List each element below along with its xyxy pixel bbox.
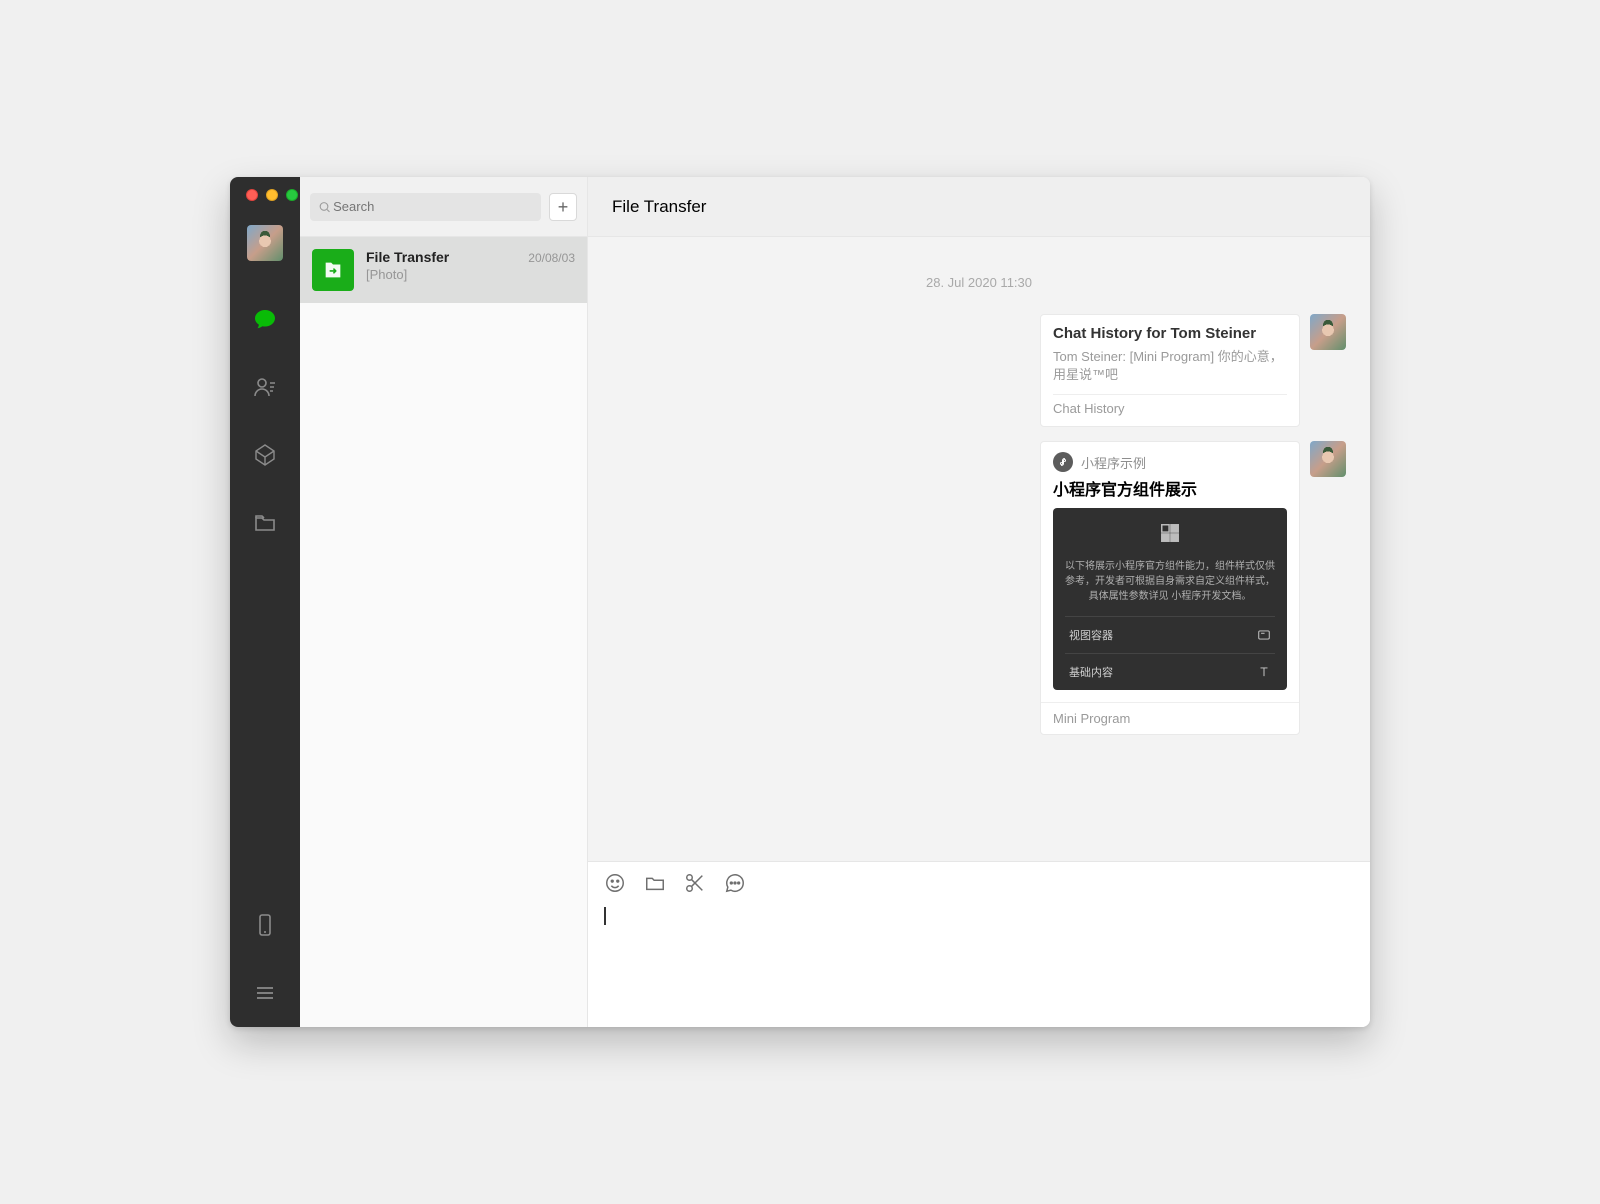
folder-icon[interactable] [644, 872, 666, 899]
mp-row-label: 基础内容 [1069, 664, 1113, 680]
conversation-time: 20/08/03 [528, 251, 575, 265]
input-toolbar [604, 872, 1354, 899]
chats-tab-icon[interactable] [249, 303, 281, 335]
conversation-title: File Transfer [366, 249, 449, 265]
card-footer: Chat History [1053, 394, 1287, 416]
conversation-item[interactable]: File Transfer 20/08/03 [Photo] [300, 237, 587, 303]
message-row: Chat History for Tom Steiner Tom Steiner… [612, 314, 1346, 427]
text-caret [604, 907, 606, 925]
favorites-tab-icon[interactable] [249, 439, 281, 471]
maximize-icon[interactable] [286, 189, 298, 201]
conversation-list-panel: + File Transfer 20/08/03 [Photo] [300, 177, 588, 1027]
menu-icon[interactable] [249, 977, 281, 1009]
message-input[interactable] [604, 907, 1354, 987]
chat-header: File Transfer [588, 177, 1370, 237]
sender-avatar[interactable] [1310, 441, 1346, 477]
new-chat-button[interactable]: + [549, 193, 577, 221]
list-toolbar: + [300, 177, 587, 237]
search-icon [318, 200, 331, 214]
card-icon [1257, 628, 1271, 642]
chat-panel: File Transfer 28. Jul 2020 11:30 Chat Hi… [588, 177, 1370, 1027]
mp-row-view-container: 视图容器 [1065, 616, 1275, 653]
plus-icon: + [558, 198, 569, 216]
sidebar [230, 177, 300, 1027]
contacts-tab-icon[interactable] [249, 371, 281, 403]
chat-input-area [588, 861, 1370, 1027]
conversation-body: File Transfer 20/08/03 [Photo] [366, 249, 575, 282]
mp-card-title: 小程序官方组件展示 [1041, 476, 1299, 508]
emoji-icon[interactable] [604, 872, 626, 899]
files-tab-icon[interactable] [249, 507, 281, 539]
search-input[interactable] [310, 193, 541, 221]
components-icon [1159, 531, 1181, 548]
text-icon [1257, 665, 1271, 679]
file-transfer-icon [312, 249, 354, 291]
app-window: + File Transfer 20/08/03 [Photo] File Tr… [230, 177, 1370, 1027]
close-icon[interactable] [246, 189, 258, 201]
card-title: Chat History for Tom Steiner [1053, 325, 1287, 342]
sender-avatar[interactable] [1310, 314, 1346, 350]
message-row: 小程序示例 小程序官方组件展示 以下将展示小程序官方组件能力，组件样式仅供参考，… [612, 441, 1346, 735]
search-field[interactable] [331, 198, 533, 215]
mp-footer: Mini Program [1041, 702, 1299, 734]
card-line: Tom Steiner: [Mini Program] 你的心意，用星说™吧 [1053, 348, 1287, 384]
chat-title: File Transfer [612, 197, 706, 217]
chat-history-card[interactable]: Chat History for Tom Steiner Tom Steiner… [1040, 314, 1300, 427]
chat-body[interactable]: 28. Jul 2020 11:30 Chat History for Tom … [588, 237, 1370, 861]
mp-app-name: 小程序示例 [1081, 453, 1146, 472]
date-stamp: 28. Jul 2020 11:30 [612, 275, 1346, 290]
user-avatar[interactable] [247, 225, 283, 261]
mp-header: 小程序示例 [1041, 442, 1299, 476]
mp-row-label: 视图容器 [1069, 627, 1113, 643]
mp-row-basic-content: 基础内容 [1065, 653, 1275, 690]
mini-program-card[interactable]: 小程序示例 小程序官方组件展示 以下将展示小程序官方组件能力，组件样式仅供参考，… [1040, 441, 1300, 735]
mp-preview: 以下将展示小程序官方组件能力，组件样式仅供参考，开发者可根据自身需求自定义组件样… [1053, 508, 1287, 690]
scissors-icon[interactable] [684, 872, 706, 899]
miniprogram-icon [1053, 452, 1073, 472]
conversation-preview: [Photo] [366, 267, 575, 282]
window-controls [246, 189, 298, 201]
mobile-icon[interactable] [249, 909, 281, 941]
mp-description: 以下将展示小程序官方组件能力，组件样式仅供参考，开发者可根据自身需求自定义组件样… [1065, 559, 1275, 604]
chat-record-icon[interactable] [724, 872, 746, 899]
minimize-icon[interactable] [266, 189, 278, 201]
